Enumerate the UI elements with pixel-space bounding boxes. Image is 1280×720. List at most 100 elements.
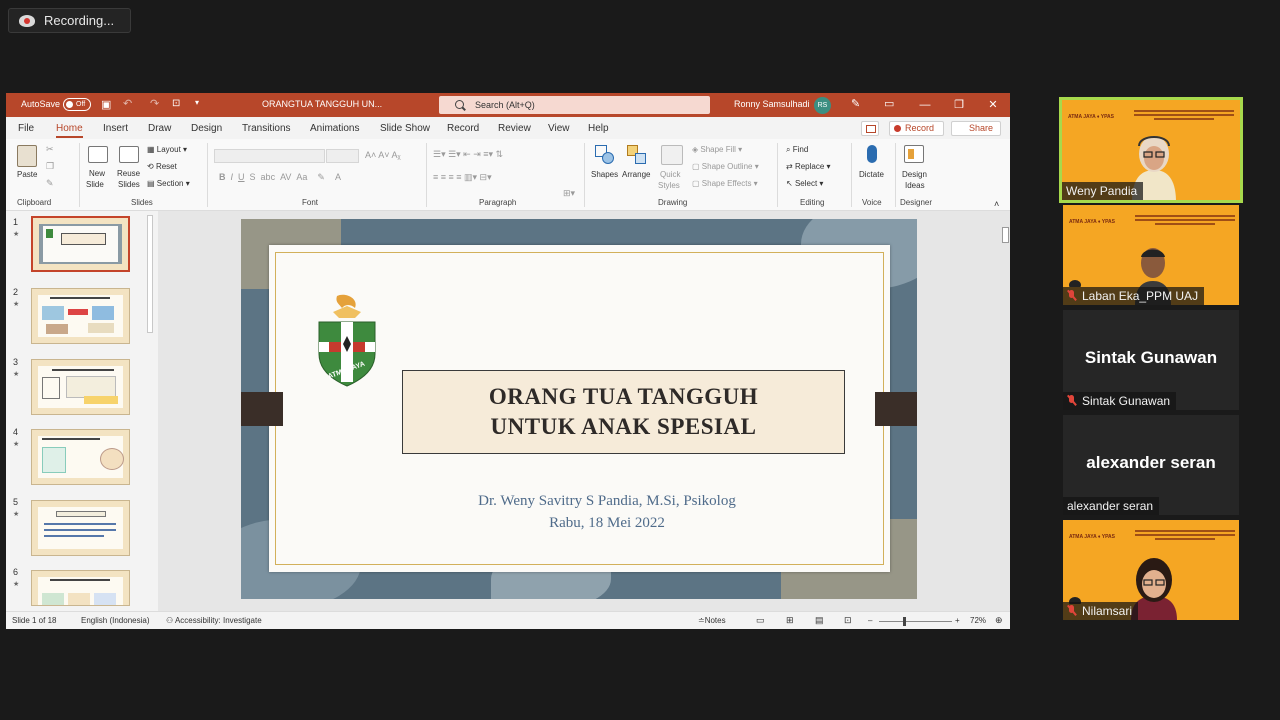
restore-icon[interactable]: ❐ (949, 96, 969, 114)
quick-styles-label-2[interactable]: Styles (658, 181, 680, 190)
share-button[interactable]: Share (951, 121, 1001, 136)
participant-tile[interactable]: ATMA JAYA ♦ YPAS Laban Eka_PPM UAJ (1063, 205, 1239, 305)
format-painter-icon[interactable]: ✎ (46, 178, 54, 189)
slide[interactable]: ATMA JAYA ORANG TUA TANGGUH UNTUK ANAK S… (241, 219, 917, 599)
tab-help[interactable]: Help (588, 123, 609, 134)
font-format-icons[interactable]: B I U S abc AV Aa ✎ A (219, 172, 341, 183)
reset-button[interactable]: ⟲ Reset (147, 162, 177, 171)
collapse-ribbon-icon[interactable]: ˄ (994, 199, 999, 209)
tab-review[interactable]: Review (498, 123, 531, 134)
record-button[interactable]: Record (889, 121, 944, 136)
customize-toolbar-icon[interactable]: ▾ (195, 98, 199, 107)
bullets-icon[interactable]: ☰▾ ☰▾ ⇤ ⇥ ≡▾ ⇅ (433, 149, 503, 160)
participant-tile[interactable]: ATMA JAYA ♦ YPAS Nilamsari (1063, 520, 1239, 620)
new-slide-icon[interactable] (88, 146, 108, 163)
notes-button[interactable]: ≐Notes (698, 616, 726, 625)
slideshow-icon[interactable]: ⊡ (844, 615, 852, 626)
font-size-select[interactable] (326, 149, 359, 163)
language-indicator[interactable]: English (Indonesia) (81, 616, 149, 625)
reuse-slides-icon[interactable] (119, 146, 139, 163)
participant-tile[interactable]: alexander seran alexander seran (1063, 415, 1239, 515)
fit-to-window-icon[interactable]: ⊕ (995, 615, 1003, 626)
increase-font-icon[interactable]: A˄ A˅ Aᵪ (365, 150, 401, 160)
find-button[interactable]: ⌕ Find (786, 145, 808, 155)
reading-view-icon[interactable]: ▤ (815, 615, 824, 626)
slide-thumbnail-1[interactable] (31, 216, 130, 272)
slide-thumbnail-3[interactable] (31, 359, 130, 415)
close-icon[interactable]: ✕ (983, 96, 1003, 114)
reuse-label-2[interactable]: Slides (118, 180, 140, 189)
comments-icon[interactable] (861, 121, 879, 136)
slide-thumbnail-5[interactable] (31, 500, 130, 556)
paste-label[interactable]: Paste (17, 170, 37, 179)
redo-icon[interactable]: ↷ (150, 97, 159, 110)
tab-view[interactable]: View (548, 123, 570, 134)
arrange-icon[interactable] (627, 145, 647, 165)
select-button[interactable]: ↖ Select ▾ (786, 179, 823, 188)
pen-icon[interactable]: ✎ (851, 97, 860, 110)
divider (79, 143, 80, 207)
tab-animations[interactable]: Animations (310, 123, 359, 134)
zoom-in-icon[interactable]: + (955, 616, 960, 625)
slide-thumbnail-6[interactable] (31, 570, 130, 606)
zoom-slider-thumb[interactable] (903, 617, 906, 626)
presenter-name[interactable]: Dr. Weny Savitry S Pandia, M.Si, Psikolo… (269, 493, 917, 510)
search-box[interactable]: Search (Alt+Q) (439, 96, 710, 114)
participant-tile[interactable]: ATMA JAYA ♦ YPAS Weny Pandia (1059, 97, 1243, 203)
ideas-label[interactable]: Ideas (905, 181, 925, 190)
normal-view-icon[interactable]: ▭ (756, 615, 765, 626)
design-label[interactable]: Design (902, 170, 927, 179)
tab-transitions[interactable]: Transitions (242, 123, 291, 134)
align-icons[interactable]: ≡ ≡ ≡ ≡ ▥▾ ⊟▾ (433, 172, 492, 183)
tab-slide-show[interactable]: Slide Show (380, 123, 430, 134)
dictate-label[interactable]: Dictate (859, 170, 884, 179)
shape-outline-button[interactable]: ▢ Shape Outline ▾ (692, 162, 759, 171)
tab-draw[interactable]: Draw (148, 123, 171, 134)
arrange-label[interactable]: Arrange (622, 170, 650, 179)
slide-scrollbar[interactable] (1001, 221, 1010, 601)
thumbnails-scrollbar[interactable] (146, 215, 154, 605)
slide-thumbnail-4[interactable] (31, 429, 130, 485)
zoom-slider[interactable] (879, 621, 952, 622)
quick-styles-icon[interactable] (661, 145, 683, 165)
layout-button[interactable]: ▦ Layout ▾ (147, 145, 187, 154)
tab-record[interactable]: Record (447, 123, 479, 134)
zoom-level[interactable]: 72% (970, 616, 986, 625)
cut-icon[interactable]: ✂ (46, 144, 54, 155)
shape-fill-button[interactable]: ◈ Shape Fill ▾ (692, 145, 742, 154)
accessibility-checker[interactable]: ⚇ Accessibility: Investigate (166, 616, 262, 625)
minimize-icon[interactable]: — (915, 96, 935, 114)
microphone-icon[interactable] (867, 145, 877, 163)
new-slide-label[interactable]: New (89, 169, 105, 178)
tab-home[interactable]: Home (56, 123, 83, 138)
shape-effects-button[interactable]: ▢ Shape Effects ▾ (692, 179, 758, 188)
avatar[interactable]: RS (814, 97, 831, 114)
participant-tile[interactable]: Sintak Gunawan Sintak Gunawan (1063, 310, 1239, 410)
zoom-out-icon[interactable]: – (868, 616, 872, 625)
undo-icon[interactable]: ↶ (123, 97, 132, 110)
shapes-label[interactable]: Shapes (591, 170, 618, 179)
smartart-icon[interactable]: ⊞▾ (563, 188, 575, 199)
copy-icon[interactable]: ❐ (46, 161, 54, 172)
reuse-label[interactable]: Reuse (117, 169, 140, 178)
tab-design[interactable]: Design (191, 123, 222, 134)
section-button[interactable]: ▤ Section ▾ (147, 179, 190, 188)
tab-file[interactable]: File (18, 123, 34, 134)
design-ideas-icon[interactable] (904, 145, 924, 163)
slide-sorter-icon[interactable]: ⊞ (786, 615, 794, 626)
participant-name-label: Laban Eka_PPM UAJ (1082, 289, 1199, 303)
present-icon[interactable]: ⊡ (172, 98, 180, 109)
save-icon[interactable]: ▣ (101, 98, 111, 111)
new-slide-label-2[interactable]: Slide (86, 180, 104, 189)
presentation-date[interactable]: Rabu, 18 Mei 2022 (269, 515, 917, 532)
quick-styles-label[interactable]: Quick (660, 170, 680, 179)
ribbon-display-icon[interactable]: ▭ (884, 97, 894, 110)
autosave-toggle[interactable]: Off (63, 98, 91, 111)
tab-insert[interactable]: Insert (103, 123, 128, 134)
slide-title-box[interactable]: ORANG TUA TANGGUH UNTUK ANAK SPESIAL (402, 370, 845, 454)
font-family-select[interactable] (214, 149, 325, 163)
slide-thumbnail-2[interactable] (31, 288, 130, 344)
shapes-icon[interactable] (595, 145, 615, 165)
replace-button[interactable]: ⇄ Replace ▾ (786, 162, 831, 171)
paste-icon[interactable] (17, 145, 37, 167)
